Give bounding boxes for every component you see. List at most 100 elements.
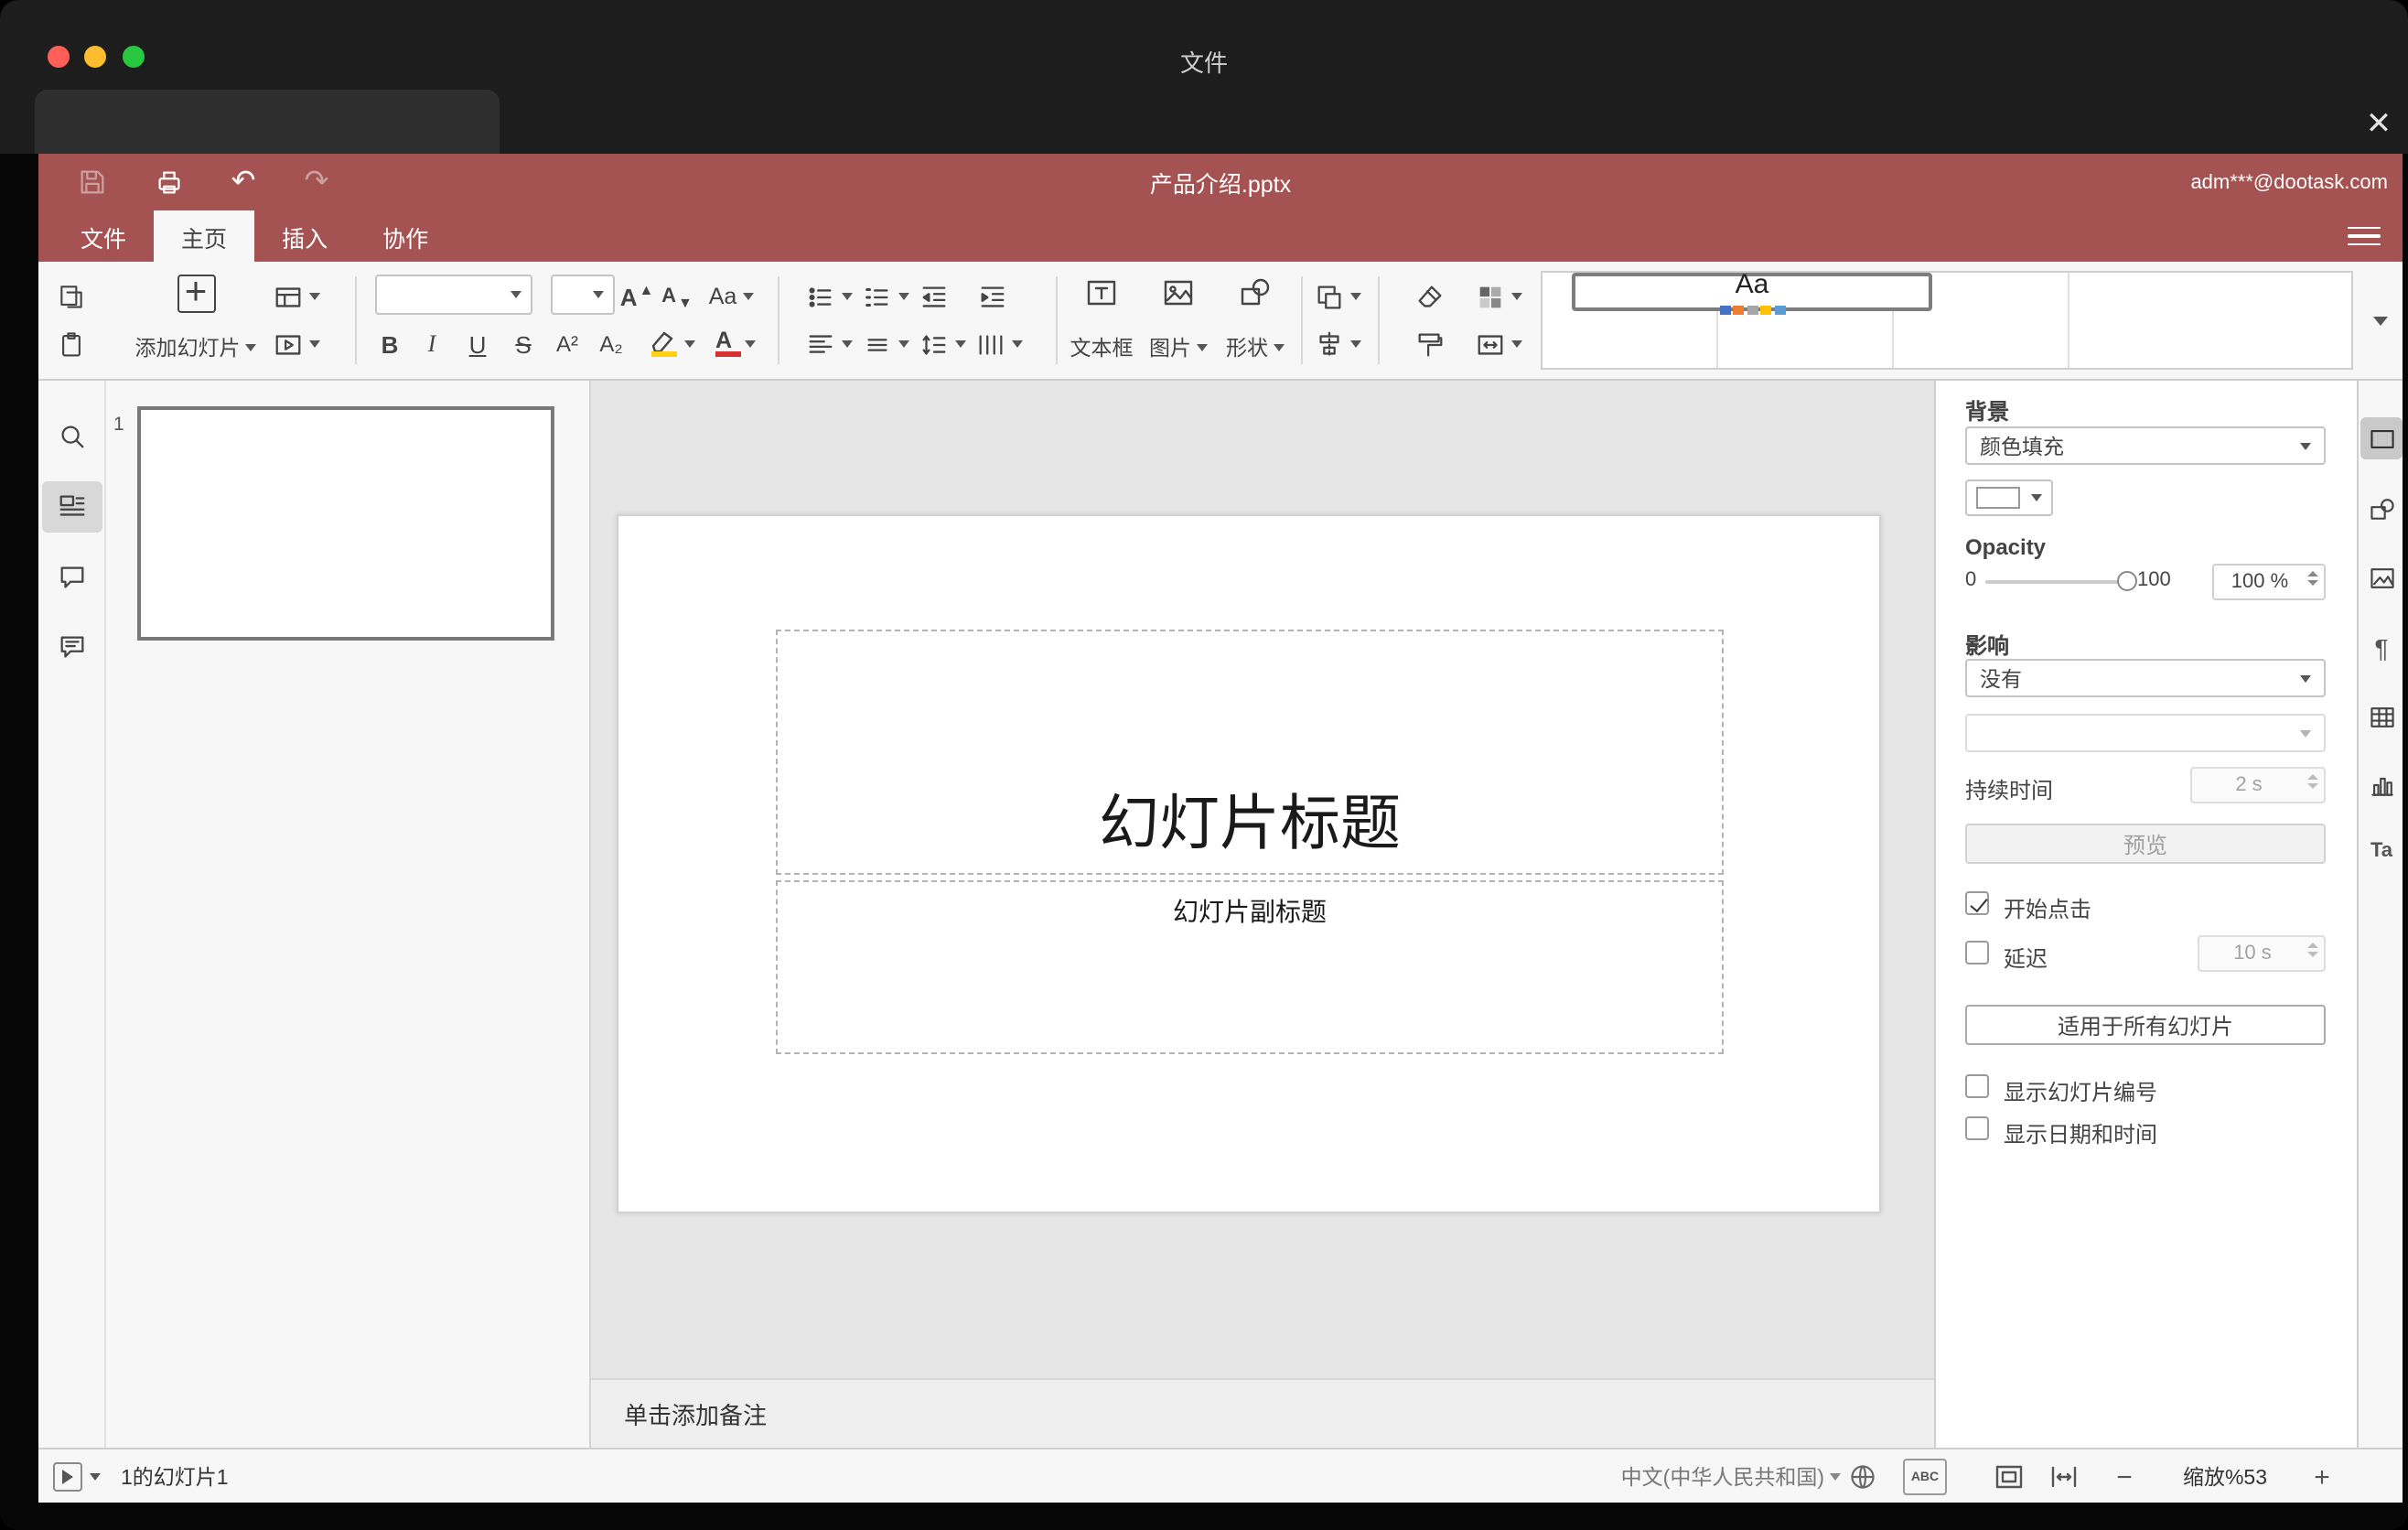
close-icon[interactable]: ✕	[2357, 102, 2401, 146]
font-color-button[interactable]: A	[703, 322, 761, 366]
copy-icon	[60, 286, 82, 308]
font-name-select[interactable]	[375, 275, 532, 315]
apply-to-all-slides-button[interactable]: 适用于所有幻灯片	[1965, 1005, 2326, 1045]
change-case-button[interactable]: Aa	[701, 275, 761, 318]
background-color-picker[interactable]	[1965, 479, 2053, 516]
chevron-down-icon	[683, 340, 694, 348]
increase-indent-button[interactable]	[972, 275, 1012, 318]
macos-window: 文件 ✕ ↶ ↷ 产品介绍.pptx adm***@dootask.com 文件…	[0, 0, 2408, 1530]
decrease-indent-button[interactable]	[913, 275, 953, 318]
menu-hamburger-icon[interactable]	[2348, 220, 2381, 253]
chevron-down-icon[interactable]	[90, 1473, 101, 1481]
preview-button[interactable]: 预览	[1965, 824, 2326, 864]
paste-button[interactable]	[51, 322, 91, 366]
delay-input[interactable]: 10 s	[2198, 935, 2326, 972]
horizontal-align-button[interactable]	[800, 322, 856, 366]
show-slide-number-checkbox[interactable]	[1965, 1074, 1989, 1098]
textart-settings-tab[interactable]: Ta	[2364, 833, 2399, 867]
bullets-icon	[808, 286, 831, 307]
line-spacing-button[interactable]	[915, 322, 970, 366]
effect-select[interactable]: 没有	[1965, 659, 2326, 697]
color-scheme-button[interactable]	[1469, 275, 1526, 318]
fit-to-slide-button[interactable]	[1993, 1460, 2026, 1499]
vertical-align-button[interactable]	[858, 322, 913, 366]
effect-type-select[interactable]	[1965, 714, 2326, 752]
align-shape-button[interactable]	[1308, 322, 1365, 366]
add-slide-button[interactable]: + 添加幻灯片	[126, 267, 265, 370]
subscript-button[interactable]: A₂	[593, 322, 629, 366]
decrease-font-button[interactable]: A ▼	[657, 275, 697, 318]
title-placeholder[interactable]: 幻灯片标题	[776, 630, 1724, 875]
superscript-button[interactable]: A²	[549, 322, 586, 366]
insert-textbox-button[interactable]: 文本框	[1065, 267, 1138, 370]
opacity-value-input[interactable]: 100 %	[2212, 564, 2326, 600]
slide-thumbnail-1[interactable]	[137, 406, 554, 641]
slide-title-text: 幻灯片标题	[1099, 789, 1401, 857]
theme-option-selected[interactable]: Aa	[1572, 269, 1932, 315]
opacity-slider-track[interactable]	[1985, 580, 2128, 584]
bullets-button[interactable]	[800, 275, 856, 318]
insert-shape-button[interactable]: 形状	[1220, 267, 1290, 370]
subscript-label: A₂	[599, 331, 623, 357]
chart-settings-tab[interactable]	[2364, 767, 2399, 802]
notes-area[interactable]: 单击添加备注	[591, 1378, 1934, 1448]
shape-settings-tab[interactable]	[2364, 490, 2399, 525]
spinner-arrows-icon[interactable]	[2307, 571, 2318, 586]
search-button[interactable]	[55, 419, 90, 454]
columns-button[interactable]	[970, 322, 1027, 366]
chevron-down-icon[interactable]	[1830, 1473, 1841, 1481]
slide-settings-panel: 背景 颜色填充 Opacity 0 100 100 % 影响 没有 持续时间 2…	[1934, 381, 2357, 1448]
spellcheck-language-button[interactable]	[1848, 1462, 1877, 1497]
image-settings-tab[interactable]	[2364, 560, 2399, 595]
start-slideshow-button[interactable]	[267, 322, 326, 366]
tab-home[interactable]: 主页	[154, 210, 255, 262]
start-slideshow-statusbar-button[interactable]	[53, 1462, 82, 1492]
comments-button[interactable]	[55, 560, 90, 595]
spinner-arrows-icon[interactable]	[2307, 774, 2318, 789]
numbering-button[interactable]	[858, 275, 913, 318]
tab-file[interactable]: 文件	[53, 210, 154, 262]
slides-panel-button[interactable]	[55, 489, 90, 523]
spellcheck-button[interactable]: ABC	[1903, 1459, 1947, 1495]
underline-button[interactable]: U	[459, 322, 496, 366]
app-header: ↶ ↷ 产品介绍.pptx adm***@dootask.com 文件 主页 插…	[38, 154, 2403, 262]
tab-collaboration[interactable]: 协作	[355, 210, 456, 262]
insert-image-button[interactable]: 图片	[1144, 267, 1213, 370]
spinner-arrows-icon[interactable]	[2307, 943, 2318, 957]
opacity-slider-knob[interactable]	[2117, 571, 2137, 591]
theme-color-3	[1747, 306, 1758, 315]
increase-font-button[interactable]: A ▲	[617, 275, 657, 318]
comment-icon	[60, 566, 84, 588]
show-date-time-checkbox[interactable]	[1965, 1116, 1989, 1140]
subtitle-placeholder[interactable]: 幻灯片副标题	[776, 880, 1724, 1054]
table-icon	[2370, 706, 2393, 727]
copy-style-button[interactable]	[1409, 322, 1449, 366]
background-fill-select[interactable]: 颜色填充	[1965, 426, 2326, 465]
tab-insert[interactable]: 插入	[254, 210, 355, 262]
arrange-shape-button[interactable]	[1308, 275, 1365, 318]
chat-button[interactable]	[55, 630, 90, 664]
zoom-out-button[interactable]: −	[2110, 1449, 2139, 1503]
italic-button[interactable]: I	[414, 322, 450, 366]
duration-input[interactable]: 2 s	[2190, 767, 2326, 803]
bold-button[interactable]: B	[371, 322, 408, 366]
arrange-icon	[1317, 285, 1340, 308]
start-on-click-checkbox[interactable]	[1965, 891, 1989, 915]
language-selector[interactable]: 中文(中华人民共和国)	[1621, 1449, 1824, 1503]
table-settings-tab[interactable]	[2364, 699, 2399, 734]
slide-layout-button[interactable]	[267, 275, 326, 318]
strikethrough-button[interactable]: S	[505, 322, 542, 366]
copy-button[interactable]	[51, 275, 91, 318]
fit-to-width-button[interactable]	[2048, 1460, 2080, 1499]
slide-editor[interactable]: 幻灯片标题 幻灯片副标题	[617, 514, 1881, 1213]
clear-style-button[interactable]	[1409, 275, 1449, 318]
delay-checkbox[interactable]	[1965, 941, 1989, 964]
highlight-color-button[interactable]	[640, 322, 699, 366]
theme-gallery-expand-button[interactable]	[2359, 271, 2403, 370]
numbering-icon	[865, 286, 888, 307]
slide-settings-tab[interactable]	[2364, 421, 2399, 456]
paragraph-settings-tab[interactable]: ¶	[2364, 630, 2399, 664]
zoom-in-button[interactable]: +	[2307, 1449, 2337, 1503]
slide-size-button[interactable]	[1469, 322, 1526, 366]
font-size-select[interactable]	[551, 275, 615, 315]
